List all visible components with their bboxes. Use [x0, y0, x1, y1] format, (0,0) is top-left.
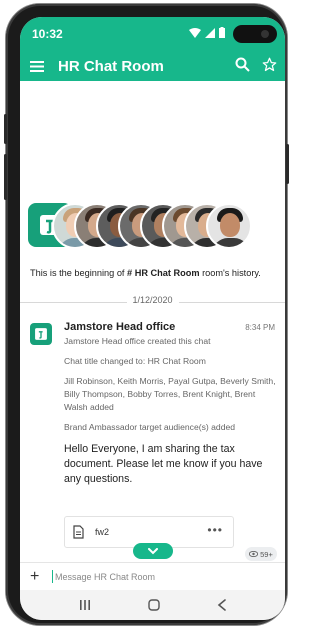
system-message: Jill Robinson, Keith Morris, Payal Gutpa… — [64, 376, 276, 412]
history-suffix: room's history. — [199, 268, 261, 278]
message[interactable]: 8:34 PM Jamstore Head office Jamstore He… — [30, 321, 279, 487]
seen-count-badge[interactable]: 59+ — [245, 547, 277, 561]
text-cursor — [52, 570, 53, 583]
search-icon[interactable] — [235, 57, 250, 72]
file-icon — [73, 525, 84, 539]
message-time: 8:34 PM — [245, 323, 275, 332]
battery-icon — [219, 27, 225, 38]
sender-avatar[interactable] — [30, 323, 52, 345]
star-icon[interactable] — [262, 57, 277, 72]
recents-icon[interactable] — [79, 600, 91, 610]
system-message: Jamstore Head office created this chat — [64, 336, 211, 346]
chat-content[interactable]: This is the beginning of # HR Chat Room … — [20, 81, 285, 562]
date-divider: 1/12/2020 — [20, 295, 285, 309]
date-label: 1/12/2020 — [126, 295, 179, 305]
volume-button — [4, 114, 7, 144]
app-bar: HR Chat Room — [20, 51, 285, 81]
history-room: # HR Chat Room — [127, 268, 200, 278]
file-name: fw2 — [95, 527, 110, 537]
plus-icon[interactable]: + — [30, 568, 44, 586]
seen-count: 59+ — [260, 549, 273, 559]
history-notice: This is the beginning of # HR Chat Room … — [30, 268, 261, 278]
avatar — [206, 203, 252, 249]
volume-button — [4, 154, 7, 200]
eye-icon — [249, 551, 259, 557]
message-input[interactable]: Message HR Chat Room — [55, 572, 155, 582]
signal-icon — [205, 27, 215, 38]
chevron-down-icon — [148, 547, 158, 554]
status-time: 10:32 — [32, 27, 63, 41]
scroll-down-button[interactable] — [133, 543, 173, 559]
message-composer: + Message HR Chat Room — [20, 562, 285, 590]
power-button — [286, 144, 289, 184]
history-prefix: This is the beginning of — [30, 268, 128, 278]
system-message: Brand Ambassador target audience(s) adde… — [64, 422, 236, 432]
system-message: Chat title changed to: HR Chat Room — [64, 356, 206, 366]
message-text: Hello Everyone, I am sharing the tax doc… — [64, 443, 263, 485]
system-nav-bar — [20, 590, 285, 620]
back-icon[interactable] — [217, 599, 227, 611]
logo-icon — [35, 328, 47, 340]
status-icons — [189, 27, 225, 38]
wifi-icon — [189, 27, 201, 38]
menu-icon[interactable] — [30, 60, 44, 72]
status-bar: 10:32 — [20, 17, 285, 51]
home-icon[interactable] — [147, 599, 160, 611]
phone-frame: 10:32 HR Chat Room This is the beginning… — [4, 4, 289, 625]
more-options-button[interactable]: ••• — [207, 523, 223, 537]
page-title: HR Chat Room — [58, 57, 164, 75]
member-avatars — [28, 203, 285, 251]
screen: 10:32 HR Chat Room This is the beginning… — [20, 17, 285, 620]
camera-cutout — [233, 25, 277, 43]
